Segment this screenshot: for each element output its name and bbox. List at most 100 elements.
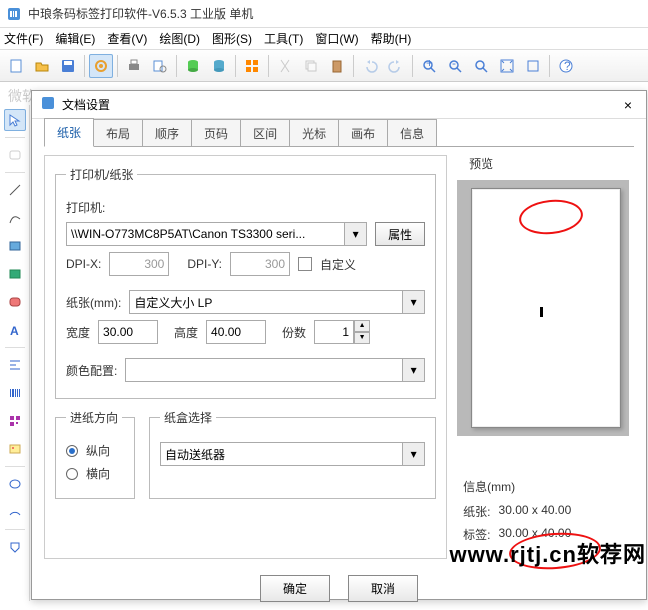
close-button[interactable]: ×: [618, 97, 638, 113]
chevron-down-icon[interactable]: ▾: [345, 222, 367, 246]
dialog-icon: [40, 95, 56, 114]
copies-input[interactable]: [314, 320, 354, 344]
new-doc-icon[interactable]: [4, 54, 28, 78]
database-green-icon[interactable]: [181, 54, 205, 78]
zoom-in-icon[interactable]: +: [417, 54, 441, 78]
menu-shape[interactable]: 图形(S): [212, 30, 252, 47]
help-icon[interactable]: ?: [554, 54, 578, 78]
rounded-rect-tool-icon[interactable]: [4, 144, 26, 166]
chevron-down-icon[interactable]: ▾: [403, 442, 425, 466]
height-label: 高度: [174, 324, 198, 341]
tab-cursor[interactable]: 光标: [289, 119, 339, 147]
bezier-tool-icon[interactable]: [4, 207, 26, 229]
undo-icon[interactable]: [358, 54, 382, 78]
open-icon[interactable]: [30, 54, 54, 78]
preview-panel: 预览 信息(mm) 纸张:30.00 x 40.00 标签:30.00 x 40…: [457, 155, 634, 559]
tab-info[interactable]: 信息: [387, 119, 437, 147]
barcode-tool-icon[interactable]: [4, 382, 26, 404]
copies-spinner[interactable]: ▲▼: [314, 320, 370, 344]
dpiy-input[interactable]: [230, 252, 290, 276]
chevron-down-icon[interactable]: ▾: [403, 358, 425, 382]
fullscreen-icon[interactable]: [521, 54, 545, 78]
color-value[interactable]: [125, 358, 403, 382]
zoom-out-icon[interactable]: -: [443, 54, 467, 78]
svg-text:A: A: [10, 324, 19, 337]
tab-range[interactable]: 区间: [240, 119, 290, 147]
printer-value[interactable]: [66, 222, 345, 246]
settings-icon[interactable]: [89, 54, 113, 78]
portrait-label: 纵向: [86, 442, 110, 459]
cancel-button[interactable]: 取消: [348, 575, 418, 602]
polygon-tool-icon[interactable]: [4, 536, 26, 558]
fill-rect-tool-icon[interactable]: [4, 263, 26, 285]
zoom-reset-icon[interactable]: [469, 54, 493, 78]
preview-canvas: [471, 188, 621, 428]
dpix-input[interactable]: [109, 252, 169, 276]
ok-button[interactable]: 确定: [260, 575, 330, 602]
chevron-down-icon[interactable]: ▾: [403, 290, 425, 314]
tray-group: 纸盒选择 ▾: [149, 409, 436, 499]
align-left-icon[interactable]: [4, 354, 26, 376]
custom-checkbox[interactable]: [298, 257, 312, 271]
printer-label: 打印机:: [66, 199, 105, 216]
printer-group-label: 打印机/纸张: [66, 166, 137, 183]
app-title: 中琅条码标签打印软件-V6.5.3 工业版 单机: [28, 5, 253, 22]
print-icon[interactable]: [122, 54, 146, 78]
menu-help[interactable]: 帮助(H): [371, 30, 412, 47]
menu-view[interactable]: 查看(V): [107, 30, 147, 47]
dialog-tabs: 纸张 布局 顺序 页码 区间 光标 画布 信息: [32, 119, 646, 147]
rect-tool-icon[interactable]: [4, 235, 26, 257]
properties-button[interactable]: 属性: [375, 222, 425, 246]
tab-paper[interactable]: 纸张: [44, 118, 94, 147]
menu-file[interactable]: 文件(F): [4, 30, 43, 47]
dpix-label: DPI-X:: [66, 257, 101, 271]
qrcode-tool-icon[interactable]: [4, 410, 26, 432]
tray-combo[interactable]: ▾: [160, 442, 425, 466]
print-preview-icon[interactable]: [148, 54, 172, 78]
paste-icon[interactable]: [325, 54, 349, 78]
color-combo[interactable]: ▾: [125, 358, 425, 382]
menu-tool[interactable]: 工具(T): [264, 30, 303, 47]
copy-icon[interactable]: [299, 54, 323, 78]
tab-pagenum[interactable]: 页码: [191, 119, 241, 147]
tray-value[interactable]: [160, 442, 403, 466]
landscape-radio[interactable]: [66, 468, 78, 480]
spin-down-icon[interactable]: ▼: [354, 332, 370, 344]
image-tool-icon[interactable]: [4, 438, 26, 460]
tab-canvas[interactable]: 画布: [338, 119, 388, 147]
pointer-tool-icon[interactable]: [4, 109, 26, 131]
redo-icon[interactable]: [384, 54, 408, 78]
watermark-text: www.rjtj.cn软荐网: [449, 537, 646, 569]
menu-edit[interactable]: 编辑(E): [55, 30, 95, 47]
app-titlebar: 中琅条码标签打印软件-V6.5.3 工业版 单机: [0, 0, 648, 28]
copies-label: 份数: [282, 324, 306, 341]
fit-screen-icon[interactable]: [495, 54, 519, 78]
text-tool-icon[interactable]: A: [4, 319, 26, 341]
menu-draw[interactable]: 绘图(D): [159, 30, 200, 47]
paper-combo[interactable]: ▾: [129, 290, 425, 314]
line-tool-icon[interactable]: [4, 179, 26, 201]
portrait-radio[interactable]: [66, 445, 78, 457]
paper-value[interactable]: [129, 290, 403, 314]
tray-group-label: 纸盒选择: [160, 409, 216, 426]
info-paper-label: 纸张:: [463, 503, 490, 520]
color-label: 颜色配置:: [66, 362, 117, 379]
tab-layout[interactable]: 布局: [93, 119, 143, 147]
rounded-fill-tool-icon[interactable]: [4, 291, 26, 313]
landscape-label: 横向: [86, 465, 110, 482]
database-blue-icon[interactable]: [207, 54, 231, 78]
height-input[interactable]: [206, 320, 266, 344]
menu-window[interactable]: 窗口(W): [315, 30, 358, 47]
grid-icon[interactable]: [240, 54, 264, 78]
save-icon[interactable]: [56, 54, 80, 78]
ellipse-tool-icon[interactable]: [4, 473, 26, 495]
dialog-footer: 确定 取消: [32, 567, 646, 610]
cut-icon[interactable]: [273, 54, 297, 78]
svg-text:+: +: [426, 58, 433, 70]
arc-tool-icon[interactable]: [4, 501, 26, 523]
spin-up-icon[interactable]: ▲: [354, 320, 370, 332]
printer-combo[interactable]: ▾: [66, 222, 367, 246]
settings-panel: 打印机/纸张 打印机: ▾ 属性 DPI-X: DPI-Y:: [44, 155, 447, 559]
tab-order[interactable]: 顺序: [142, 119, 192, 147]
width-input[interactable]: [98, 320, 158, 344]
